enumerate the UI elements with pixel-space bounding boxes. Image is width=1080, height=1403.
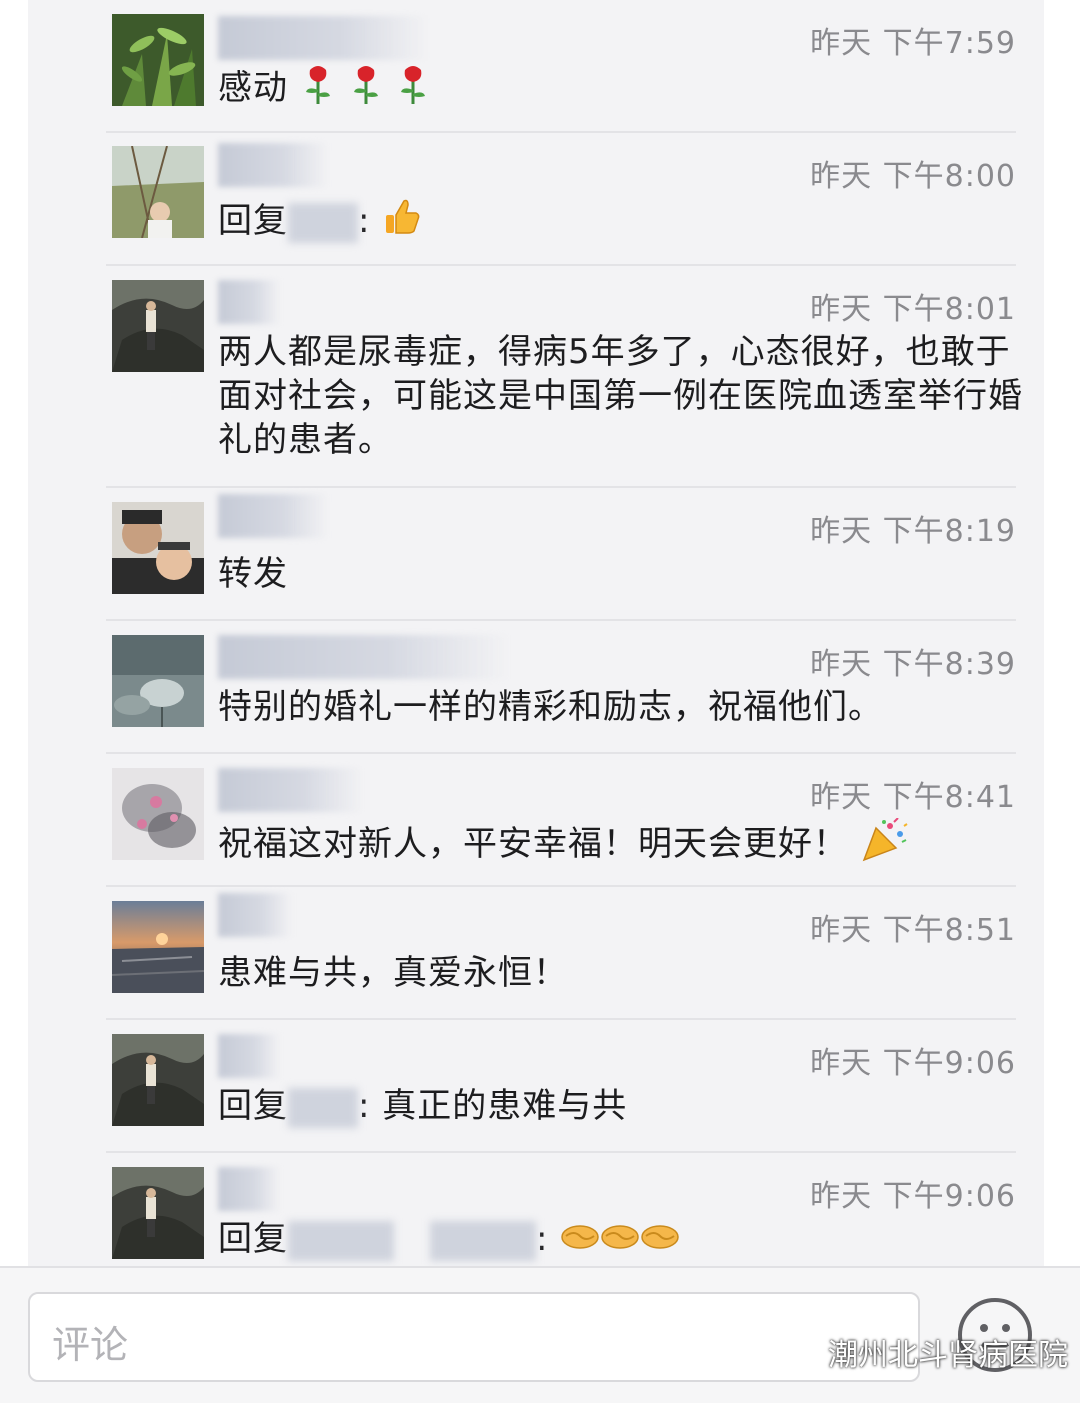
comment-text-row: 回复 : 真正的患难与共	[218, 1084, 1028, 1128]
comment-text: 祝福这对新人，平安幸福！明天会更好！	[218, 824, 848, 864]
comment-time: 昨天 下午8:51	[810, 913, 1016, 948]
avatar[interactable]	[112, 14, 204, 106]
blurred-reply-target	[288, 202, 358, 243]
watermark: 潮州北斗肾病医院	[780, 1330, 1068, 1374]
comment-time: 昨天 下午8:01	[810, 292, 1016, 327]
comment-text-row: 祝福这对新人，平安幸福！明天会更好！	[218, 817, 1028, 873]
avatar[interactable]	[112, 1034, 204, 1126]
avatar[interactable]	[112, 1167, 204, 1259]
comment-text: 两人都是尿毒症，得病5年多了，心态很好，也敢于面对社会，可能这是中国第一例在医院…	[218, 332, 1023, 460]
blurred-username	[218, 1034, 280, 1078]
rose-icon	[300, 64, 336, 115]
blurred-reply-target	[288, 1220, 394, 1261]
comment-time: 昨天 下午8:19	[810, 514, 1016, 549]
comment-text: 转发	[218, 554, 288, 594]
handshake-icon	[640, 1219, 680, 1263]
comment-text: : 真正的患难与共	[358, 1086, 628, 1126]
comment-time: 昨天 下午8:39	[810, 647, 1016, 682]
avatar[interactable]	[112, 768, 204, 860]
blurred-username	[218, 494, 328, 538]
comment-text-row: 回复:	[218, 1217, 1028, 1263]
divider	[106, 486, 1016, 488]
comment-time: 昨天 下午9:06	[810, 1179, 1016, 1214]
handshake-icon	[560, 1219, 600, 1263]
party-popper-icon	[860, 817, 908, 873]
thumbs-up-icon	[382, 197, 422, 248]
comment-list[interactable]: 昨天 下午7:59 感动 昨天 下午8:00 回复: 昨天 下午8:01 两人…	[28, 0, 1044, 1266]
blurred-username	[218, 635, 508, 679]
wechat-icon	[780, 1336, 820, 1367]
divider	[106, 1151, 1016, 1153]
comment-time: 昨天 下午9:06	[810, 1046, 1016, 1081]
rose-icon	[395, 64, 431, 115]
blurred-username	[218, 893, 292, 937]
comment-text: 感动	[218, 68, 288, 108]
comment-input-placeholder: 评论	[52, 1323, 129, 1367]
divider	[106, 131, 1016, 133]
comment-text-row: 感动	[218, 64, 1028, 115]
blurred-reply-target	[288, 1087, 358, 1128]
avatar[interactable]	[112, 901, 204, 993]
rose-icon	[348, 64, 384, 115]
watermark-text: 潮州北斗肾病医院	[828, 1338, 1068, 1373]
blurred-username	[218, 16, 428, 60]
comment-text: :	[358, 201, 371, 241]
avatar[interactable]	[112, 502, 204, 594]
handshake-icon	[600, 1219, 640, 1263]
comment-text-row: 回复:	[218, 197, 1028, 248]
blurred-username	[218, 768, 363, 812]
blurred-username	[218, 280, 280, 324]
comment-text: 特别的婚礼一样的精彩和励志，祝福他们。	[218, 687, 883, 727]
comments-screen: 昨天 下午7:59 感动 昨天 下午8:00 回复: 昨天 下午8:01 两人…	[0, 0, 1080, 1403]
divider	[106, 752, 1016, 754]
reply-prefix: 回复	[218, 1086, 288, 1126]
divider	[106, 264, 1016, 266]
comment-time: 昨天 下午8:00	[810, 159, 1016, 194]
reply-prefix: 回复	[218, 201, 288, 241]
avatar[interactable]	[112, 146, 204, 238]
reply-prefix: 回复	[218, 1219, 288, 1259]
comment-time: 昨天 下午8:41	[810, 780, 1016, 815]
blurred-username	[218, 1167, 280, 1211]
avatar[interactable]	[112, 635, 204, 727]
comment-time: 昨天 下午7:59	[810, 26, 1016, 61]
divider	[106, 885, 1016, 887]
divider	[106, 619, 1016, 621]
blurred-username	[218, 143, 328, 187]
blurred-reply-target	[430, 1220, 536, 1261]
comment-text: 患难与共，真爱永恒！	[218, 953, 568, 993]
avatar[interactable]	[112, 280, 204, 372]
divider	[106, 1018, 1016, 1020]
comment-text: :	[536, 1219, 549, 1259]
